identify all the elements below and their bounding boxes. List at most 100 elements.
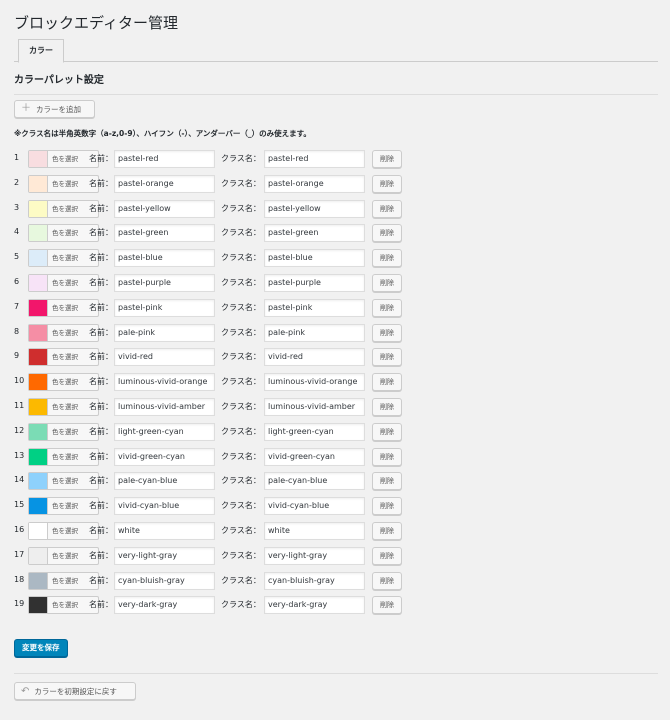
- color-swatch: [29, 200, 48, 217]
- color-picker-label: 色を選択: [52, 328, 78, 337]
- class-input[interactable]: pastel-orange: [264, 174, 365, 193]
- delete-button[interactable]: 削除: [372, 298, 402, 317]
- delete-button[interactable]: 削除: [372, 224, 402, 243]
- name-input[interactable]: pastel-green: [114, 224, 215, 243]
- delete-button[interactable]: 削除: [372, 398, 402, 416]
- row-number: 12: [14, 425, 25, 435]
- row-number: 19: [14, 599, 25, 609]
- color-row: 15 色を選択 名前： vivid-cyan-blue クラス名： vivid-…: [14, 497, 414, 516]
- color-swatch: [29, 299, 48, 316]
- class-input[interactable]: pastel-green: [264, 224, 365, 243]
- class-input[interactable]: vivid-green-cyan: [264, 447, 365, 466]
- color-row: 17 色を選択 名前： very-light-gray クラス名： very-l…: [14, 546, 414, 565]
- color-picker-label: 色を選択: [52, 477, 78, 486]
- class-input[interactable]: pale-cyan-blue: [264, 472, 365, 491]
- row-number: 8: [14, 326, 20, 336]
- delete-button[interactable]: 削除: [372, 447, 402, 466]
- color-row: 8 色を選択 名前： pale-pink クラス名： pale-pink 削除: [14, 323, 414, 342]
- color-row: 11 色を選択 名前： luminous-vivid-amber クラス名： l…: [14, 398, 414, 416]
- class-input[interactable]: pastel-purple: [264, 274, 365, 292]
- name-input[interactable]: light-green-cyan: [114, 422, 215, 441]
- class-label: クラス名：: [221, 228, 261, 238]
- color-picker-label: 色を選択: [52, 254, 78, 263]
- class-input[interactable]: pastel-red: [264, 150, 365, 168]
- delete-button[interactable]: 削除: [372, 274, 402, 292]
- divider: [14, 673, 658, 674]
- color-row: 7 色を選択 名前： pastel-pink クラス名： pastel-pink…: [14, 298, 414, 317]
- class-input[interactable]: vivid-red: [264, 348, 365, 367]
- class-input[interactable]: cyan-bluish-gray: [264, 571, 365, 590]
- delete-button[interactable]: 削除: [372, 522, 402, 540]
- color-swatch: [29, 374, 48, 391]
- tab-color[interactable]: カラー: [18, 39, 64, 63]
- color-swatch: [29, 448, 48, 465]
- delete-button[interactable]: 削除: [372, 546, 402, 565]
- name-input[interactable]: luminous-vivid-amber: [114, 398, 215, 416]
- delete-button[interactable]: 削除: [372, 422, 402, 441]
- class-input[interactable]: very-dark-gray: [264, 596, 365, 615]
- name-input[interactable]: white: [114, 522, 215, 540]
- color-picker-label: 色を選択: [52, 303, 78, 312]
- delete-button[interactable]: 削除: [372, 150, 402, 168]
- class-input[interactable]: pastel-pink: [264, 298, 365, 317]
- add-color-button[interactable]: ＋ カラーを追加: [14, 100, 95, 118]
- class-label: クラス名：: [221, 451, 261, 461]
- delete-button[interactable]: 削除: [372, 323, 402, 342]
- name-input[interactable]: vivid-green-cyan: [114, 447, 215, 466]
- delete-button[interactable]: 削除: [372, 348, 402, 367]
- name-input[interactable]: pastel-purple: [114, 274, 215, 292]
- color-swatch: [29, 572, 48, 589]
- name-input[interactable]: very-dark-gray: [114, 596, 215, 615]
- color-picker-label: 色を選択: [52, 576, 78, 585]
- name-input[interactable]: cyan-bluish-gray: [114, 571, 215, 590]
- class-input[interactable]: light-green-cyan: [264, 422, 365, 441]
- name-label: 名前：: [89, 575, 113, 585]
- name-input[interactable]: pale-cyan-blue: [114, 472, 215, 491]
- name-input[interactable]: luminous-vivid-orange: [114, 373, 215, 392]
- class-input[interactable]: very-light-gray: [264, 546, 365, 565]
- name-input[interactable]: very-light-gray: [114, 546, 215, 565]
- color-row: 16 色を選択 名前： white クラス名： white 削除: [14, 522, 414, 540]
- color-picker-label: 色を選択: [52, 279, 78, 287]
- class-input[interactable]: pale-pink: [264, 323, 365, 342]
- delete-button[interactable]: 削除: [372, 596, 402, 615]
- class-input[interactable]: pastel-yellow: [264, 199, 365, 218]
- color-swatch: [29, 225, 48, 242]
- name-input[interactable]: pastel-red: [114, 150, 215, 168]
- name-input[interactable]: pastel-pink: [114, 298, 215, 317]
- page-title: ブロックエディター管理: [14, 14, 178, 32]
- color-picker-label: 色を選択: [52, 155, 78, 163]
- color-swatch: [29, 349, 48, 366]
- color-picker-label: 色を選択: [52, 601, 78, 610]
- row-number: 13: [14, 450, 25, 460]
- delete-button[interactable]: 削除: [372, 199, 402, 218]
- delete-button[interactable]: 削除: [372, 472, 402, 491]
- class-input[interactable]: vivid-cyan-blue: [264, 497, 365, 516]
- class-label: クラス名：: [221, 402, 261, 411]
- color-swatch: [29, 324, 48, 341]
- class-input[interactable]: luminous-vivid-orange: [264, 373, 365, 392]
- name-input[interactable]: pastel-blue: [114, 249, 215, 268]
- class-input[interactable]: white: [264, 522, 365, 540]
- class-input[interactable]: pastel-blue: [264, 249, 365, 268]
- color-row: 13 色を選択 名前： vivid-green-cyan クラス名： vivid…: [14, 447, 414, 466]
- class-input[interactable]: luminous-vivid-amber: [264, 398, 365, 416]
- name-input[interactable]: pastel-yellow: [114, 199, 215, 218]
- name-input[interactable]: vivid-cyan-blue: [114, 497, 215, 516]
- reset-colors-button[interactable]: ↶ カラーを初期設定に戻す: [14, 682, 136, 700]
- delete-button[interactable]: 削除: [372, 174, 402, 193]
- row-number: 1: [14, 153, 20, 162]
- row-number: 18: [14, 574, 25, 584]
- color-swatch: [29, 399, 48, 415]
- class-label: クラス名：: [221, 203, 261, 213]
- name-input[interactable]: vivid-red: [114, 348, 215, 367]
- color-picker-label: 色を選択: [52, 452, 78, 461]
- color-picker-label: 色を選択: [52, 527, 78, 535]
- delete-button[interactable]: 削除: [372, 249, 402, 268]
- name-input[interactable]: pale-pink: [114, 323, 215, 342]
- delete-button[interactable]: 削除: [372, 373, 402, 392]
- name-input[interactable]: pastel-orange: [114, 174, 215, 193]
- delete-button[interactable]: 削除: [372, 571, 402, 590]
- save-button[interactable]: 変更を保存: [14, 639, 68, 657]
- delete-button[interactable]: 削除: [372, 497, 402, 516]
